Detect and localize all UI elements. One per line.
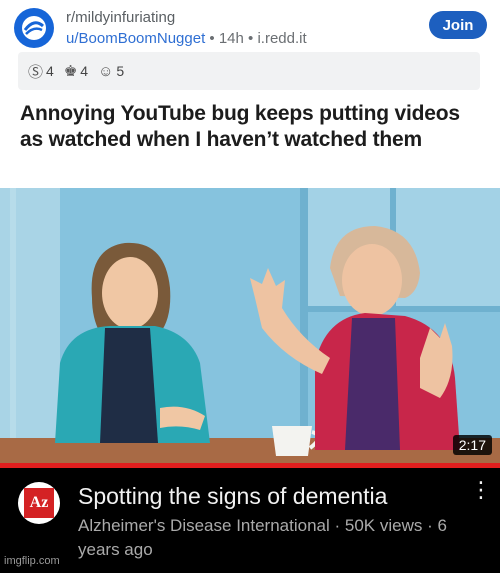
wholesome-award-icon: ☺	[98, 62, 114, 80]
subreddit-avatar[interactable]	[14, 8, 54, 48]
watermark: imgflip.com	[4, 555, 60, 567]
post-meta-line: u/BoomBoomNugget • 14h • i.redd.it	[66, 28, 307, 50]
award-count: 5	[116, 63, 125, 79]
reddit-post-header: r/mildyinfuriating u/BoomBoomNugget • 14…	[0, 0, 500, 188]
post-time: 14h	[218, 30, 244, 47]
award-helpful[interactable]: ♚ 4	[64, 62, 88, 80]
video-duration: 2:17	[452, 435, 492, 455]
award-count: 4	[46, 63, 54, 79]
post-title[interactable]: Annoying YouTube bug keeps putting video…	[20, 101, 480, 153]
post-domain[interactable]: i.redd.it	[257, 30, 306, 47]
post-author[interactable]: u/BoomBoomNugget	[66, 30, 205, 47]
thumbnail-illustration	[0, 188, 500, 463]
meta-separator: ·	[334, 516, 345, 535]
subreddit-name[interactable]: r/mildyinfuriating	[66, 8, 307, 28]
join-button[interactable]: Join	[429, 11, 487, 39]
post-meta: r/mildyinfuriating u/BoomBoomNugget • 14…	[66, 8, 307, 50]
channel-logo-icon: Az	[24, 488, 54, 518]
video-subtitle: Alzheimer's Disease International · 50K …	[78, 514, 458, 562]
video-info: Az Spotting the signs of dementia Alzhei…	[0, 468, 500, 573]
award-wholesome[interactable]: ☺ 5	[98, 63, 124, 80]
channel-avatar[interactable]: Az	[18, 482, 60, 524]
awards-bar[interactable]: Ⓢ 4 ♚ 4 ☺ 5	[18, 52, 480, 90]
award-count: 4	[80, 63, 89, 79]
video-title[interactable]: Spotting the signs of dementia	[78, 482, 387, 510]
view-count: 50K views	[344, 516, 423, 535]
channel-name[interactable]: Alzheimer's Disease International	[78, 516, 330, 535]
subreddit-logo-icon	[22, 16, 46, 40]
helpful-award-icon: ♚	[63, 63, 78, 80]
award-silver[interactable]: Ⓢ 4	[28, 61, 54, 82]
meta-separator: ·	[427, 516, 438, 535]
meta-separator: •	[209, 30, 219, 47]
video-thumbnail[interactable]: 2:17	[0, 188, 500, 463]
silver-award-icon: Ⓢ	[28, 63, 44, 81]
more-options-icon[interactable]: ⋮	[470, 479, 492, 501]
